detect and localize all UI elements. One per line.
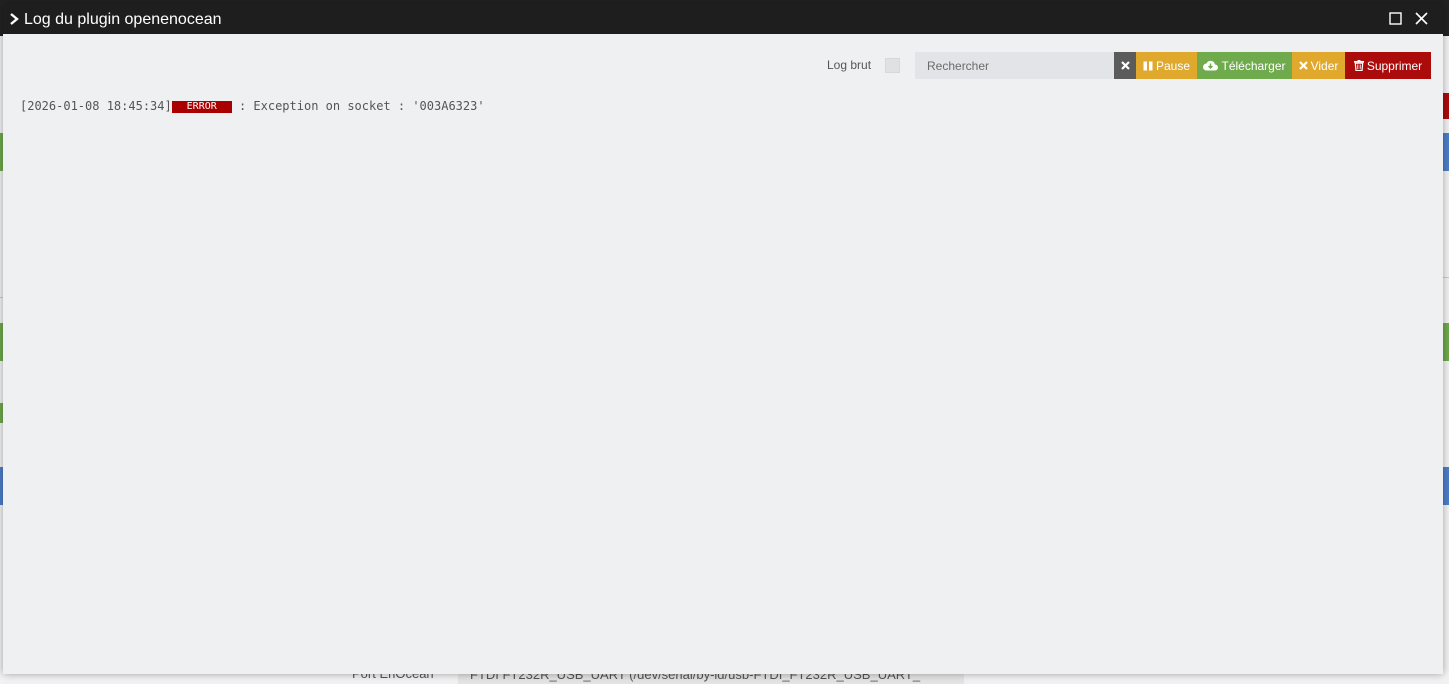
raw-log-checkbox[interactable]	[885, 58, 900, 73]
close-icon[interactable]	[1414, 11, 1429, 26]
modal-title: Log du plugin openenocean	[24, 11, 222, 28]
log-message: : Exception on socket : '003A6323'	[231, 99, 485, 113]
search-input[interactable]	[915, 52, 1114, 79]
background-strip	[1443, 467, 1449, 505]
download-button[interactable]: Télécharger	[1197, 52, 1292, 79]
log-line: [2026-01-08 18:45:34] ERROR : Exception o…	[20, 98, 485, 114]
delete-log-label: Supprimer	[1366, 58, 1423, 73]
pause-label: Pause	[1155, 58, 1191, 73]
delete-log-button[interactable]: Supprimer	[1345, 52, 1431, 79]
trash-icon	[1353, 60, 1364, 71]
download-label: Télécharger	[1221, 58, 1286, 73]
clear-search-button[interactable]	[1114, 52, 1136, 79]
pause-button[interactable]: Pause	[1136, 52, 1197, 79]
background-divider	[1443, 277, 1449, 278]
close-icon	[1298, 61, 1308, 70]
empty-log-label: Vider	[1310, 58, 1339, 73]
log-level-badge: ERROR	[171, 101, 232, 113]
cloud-download-icon	[1203, 60, 1219, 71]
background-strip	[1443, 93, 1449, 119]
modal-titlebar: Log du plugin openenocean	[3, 4, 1443, 34]
background-strip	[1443, 323, 1449, 361]
chevron-right-icon	[10, 13, 19, 25]
log-content: [2026-01-08 18:45:34] ERROR : Exception o…	[20, 98, 485, 140]
raw-log-label: Log brut	[827, 58, 872, 72]
pause-icon	[1143, 61, 1153, 70]
log-timestamp: [2026-01-08 18:45:34]	[20, 99, 172, 113]
maximize-icon[interactable]	[1389, 12, 1402, 25]
close-icon	[1120, 61, 1130, 70]
background-strip	[1443, 133, 1449, 171]
empty-log-button[interactable]: Vider	[1292, 52, 1345, 79]
log-modal: Log du plugin openenocean Log brut Pause…	[3, 4, 1443, 674]
